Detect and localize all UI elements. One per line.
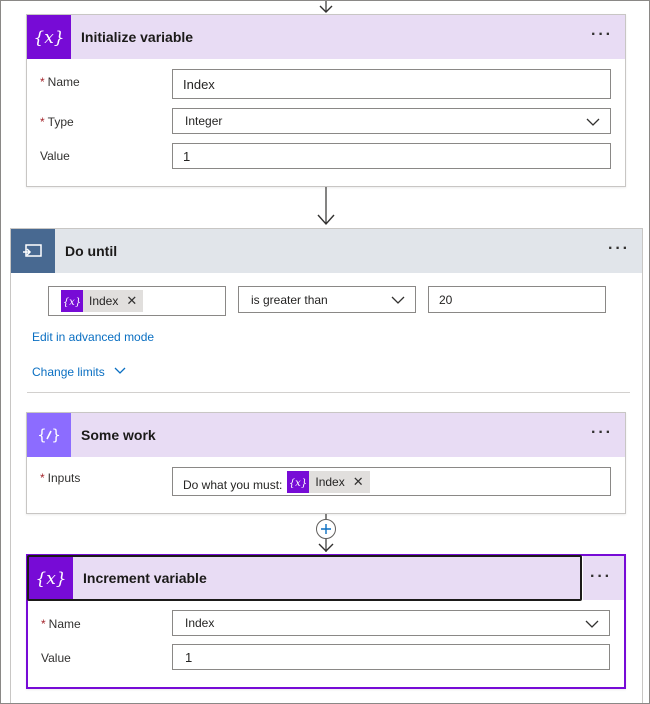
- chevron-down-icon: [586, 118, 600, 126]
- name-label: * Name: [40, 75, 80, 89]
- compose-icon: { }: [27, 413, 71, 457]
- remove-token-icon[interactable]: ✕: [353, 474, 364, 490]
- variable-token[interactable]: {x} Index ✕: [287, 470, 370, 493]
- value-input[interactable]: 1: [172, 644, 610, 670]
- name-label: * Name: [41, 617, 81, 631]
- inputs-label: * Inputs: [40, 471, 81, 485]
- compare-value-input[interactable]: 20: [428, 286, 606, 313]
- svg-text:{x}: {x}: [289, 478, 307, 489]
- name-input[interactable]: Index: [172, 69, 611, 99]
- remove-token-icon[interactable]: ✕: [126, 293, 137, 309]
- condition-left-field[interactable]: {x} Index ✕: [48, 286, 226, 316]
- variable-icon: {x}: [61, 290, 83, 312]
- increment-variable-header[interactable]: {x} Increment variable: [27, 555, 582, 601]
- more-options-icon[interactable]: ···: [591, 425, 613, 441]
- edit-advanced-mode-link[interactable]: Edit in advanced mode: [32, 330, 154, 344]
- do-until-icon: [11, 229, 55, 273]
- increment-variable-title: Increment variable: [83, 570, 207, 586]
- value-label: Value: [40, 149, 70, 163]
- required-asterisk: *: [41, 617, 46, 631]
- variable-token[interactable]: {x} Index ✕: [61, 290, 144, 312]
- value-input[interactable]: 1: [172, 143, 611, 169]
- operator-select[interactable]: is greater than: [238, 286, 416, 313]
- initialize-variable-card[interactable]: {x} Initialize variable ··· * Name Index …: [26, 14, 626, 187]
- svg-text:{x}: {x}: [35, 569, 66, 589]
- do-until-title: Do until: [65, 243, 118, 259]
- more-options-icon[interactable]: ···: [591, 27, 613, 43]
- increment-variable-card[interactable]: {x} Increment variable ··· * Name Index V…: [26, 554, 626, 689]
- required-asterisk: *: [40, 115, 45, 129]
- type-select[interactable]: Integer: [172, 108, 611, 134]
- chevron-down-icon: [585, 620, 599, 628]
- variable-icon: {x}: [287, 470, 310, 493]
- do-until-header[interactable]: Do until ···: [11, 229, 642, 273]
- more-options-icon[interactable]: ···: [608, 241, 630, 257]
- inputs-field[interactable]: Do what you must: {x} Index ✕: [172, 467, 611, 496]
- variable-icon: {x}: [27, 15, 71, 59]
- more-options-icon[interactable]: ···: [590, 569, 612, 585]
- connector-arrow: [317, 187, 335, 226]
- required-asterisk: *: [40, 75, 45, 89]
- top-connector-arrow: [319, 0, 333, 13]
- divider: [27, 392, 630, 393]
- chevron-down-icon: [391, 296, 405, 304]
- chevron-down-icon: [114, 367, 126, 374]
- variable-icon: {x}: [29, 557, 73, 599]
- some-work-card[interactable]: { } Some work ··· * Inputs Do what you mu…: [26, 412, 626, 514]
- required-asterisk: *: [40, 471, 45, 485]
- some-work-header[interactable]: { } Some work ···: [27, 413, 625, 457]
- initialize-variable-title: Initialize variable: [81, 29, 194, 45]
- type-label: * Type: [40, 115, 74, 129]
- value-label: Value: [41, 651, 71, 665]
- plus-icon[interactable]: [316, 519, 336, 539]
- name-select[interactable]: Index: [172, 610, 610, 636]
- change-limits-link[interactable]: Change limits: [32, 365, 127, 379]
- svg-text:{x}: {x}: [33, 28, 64, 48]
- some-work-title: Some work: [81, 427, 156, 443]
- svg-text:{x}: {x}: [63, 297, 81, 308]
- initialize-variable-header[interactable]: {x} Initialize variable ···: [27, 15, 625, 59]
